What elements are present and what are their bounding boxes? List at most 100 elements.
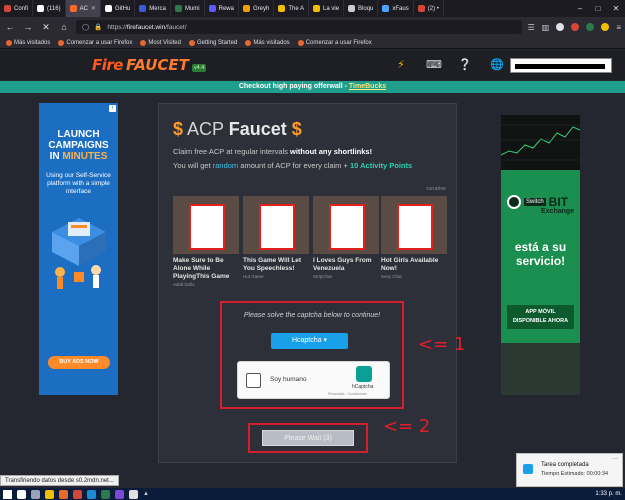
hcaptcha-checkbox[interactable] <box>246 373 261 388</box>
hcaptcha-terms-link[interactable]: Privacidad - Condiciones <box>328 392 367 396</box>
site-logo[interactable]: Fire FAUCET v4.4 <box>92 56 207 74</box>
system-tray-icon[interactable]: ▲ <box>143 491 149 497</box>
browser-tab[interactable]: Mumi <box>171 0 205 17</box>
browser-tab[interactable]: La vie <box>309 0 345 17</box>
buy-ads-button[interactable]: BUY ADS NOW <box>48 356 110 369</box>
tab-label: Confi <box>14 5 29 12</box>
browser-tab[interactable]: The A <box>274 0 310 17</box>
right-banner-ad[interactable]: Switch BIT Exchange está a su servicio! … <box>501 115 580 395</box>
app-download-button[interactable]: APP MÓVIL DISPONIBLE AHORA <box>507 305 574 329</box>
extension-red-icon[interactable] <box>571 23 580 31</box>
browser-tab[interactable]: Greyh <box>239 0 275 17</box>
maximize-icon[interactable]: □ <box>589 0 607 17</box>
bookmark-item[interactable]: Comenzar a usar Firefox <box>297 39 372 46</box>
hcaptcha-label: Soy humano <box>270 376 307 383</box>
tab-favicon-icon <box>208 5 216 12</box>
tab-favicon-icon <box>278 5 286 12</box>
home-icon[interactable]: ⌂ <box>58 22 70 32</box>
native-ad-title: Hot Girls Available Now! <box>381 257 439 272</box>
native-ad-item[interactable]: I Loves Guys From Venezuela StripChat <box>313 196 379 279</box>
app-white-icon[interactable] <box>129 489 138 499</box>
browser-tab[interactable]: Confi <box>0 0 34 17</box>
extension-icon[interactable] <box>556 23 565 31</box>
bookmark-item[interactable]: Comenzar a usar Firefox <box>58 39 132 46</box>
more-icon[interactable]: … <box>612 455 618 461</box>
bookmark-item[interactable]: Getting Started <box>188 39 237 46</box>
captcha-type-dropdown[interactable]: Hcaptcha ▾ <box>271 333 348 349</box>
browser-navbar: ← → ✕ ⌂ ◯ 🔒 https://firefaucet.win/fauce… <box>0 17 625 37</box>
address-bar[interactable]: ◯ 🔒 https://firefaucet.win/faucet/ <box>76 20 522 34</box>
tab-label: (2) • <box>427 5 439 12</box>
native-ad-source: Hot Game <box>243 274 264 279</box>
taskbar: ▲ 1:33 p. m. <box>0 488 625 500</box>
keyboard-icon[interactable]: ⌨ <box>426 58 442 71</box>
close-window-icon[interactable]: ✕ <box>607 0 625 17</box>
library-icon[interactable]: ☰ <box>528 23 535 32</box>
stop-icon[interactable]: ✕ <box>40 22 52 33</box>
bolt-icon[interactable]: ⚡ <box>394 58 408 71</box>
tab-label: AC <box>79 5 88 12</box>
app-purple-icon[interactable] <box>115 489 124 499</box>
menu-icon[interactable]: ≡ <box>616 23 621 32</box>
redaction-box <box>329 204 365 250</box>
timebucks-link[interactable]: TimeBucks <box>349 83 386 90</box>
browser-tab[interactable]: GitHu <box>101 0 136 17</box>
minimize-icon[interactable]: – <box>571 0 589 17</box>
browser-tab[interactable]: Rewa <box>205 0 239 17</box>
file-explorer-icon[interactable] <box>45 489 54 499</box>
extension-green-icon[interactable] <box>586 23 595 31</box>
native-ad-thumbnail <box>313 196 379 254</box>
browser-tab[interactable]: (116) <box>33 0 66 17</box>
browser-tab[interactable]: AC ✕ <box>65 0 101 17</box>
notification-title: Tarea completada <box>541 462 589 468</box>
claim-description: Claim free ACP at regular intervals with… <box>173 147 373 156</box>
ad-info-icon[interactable]: i <box>109 105 116 112</box>
task-view-icon[interactable] <box>31 489 40 499</box>
help-icon[interactable]: ❔ <box>458 58 472 71</box>
redaction-box <box>397 204 433 250</box>
app-green-icon[interactable] <box>101 489 110 499</box>
globe-icon[interactable]: 🌐 <box>490 58 504 71</box>
forward-icon[interactable]: → <box>22 22 34 32</box>
native-ad-title: This Game Will Let You Speechless! <box>243 257 302 272</box>
left-banner-ad[interactable]: i LAUNCH CAMPAIGNS IN MINUTES Using our … <box>39 103 118 395</box>
native-ad-thumbnail <box>381 196 447 254</box>
redacted-account-field[interactable] <box>510 58 612 73</box>
caret-down-icon: ▾ <box>323 337 328 344</box>
bookmark-icon <box>140 39 147 46</box>
native-ad-item[interactable]: Make Sure to Be Alone While PlayingThis … <box>173 196 239 287</box>
sidebar-icon[interactable]: ▥ <box>542 23 550 32</box>
app-blue-icon[interactable] <box>87 489 96 499</box>
claim-wait-button[interactable]: Please Wait (3) <box>262 430 354 446</box>
switchbit-logo: Switch BIT Exchange <box>507 188 575 216</box>
browser-tab[interactable]: (2) • <box>414 0 444 17</box>
lock-icon: 🔒 <box>94 24 103 31</box>
browser-tab[interactable]: Bloqu <box>344 0 379 17</box>
avatar[interactable] <box>601 23 610 31</box>
app-red-icon[interactable] <box>73 489 82 499</box>
bookmark-item[interactable]: Más visitados <box>245 39 290 46</box>
tab-favicon-icon <box>348 5 356 12</box>
close-tab-icon[interactable]: ✕ <box>91 5 96 12</box>
search-icon[interactable] <box>17 489 26 499</box>
native-ad-item[interactable]: This Game Will Let You Speechless! Hot Ga… <box>243 196 309 279</box>
browser-tab[interactable]: Merca <box>135 0 171 17</box>
taskbar-clock[interactable]: 1:33 p. m. <box>595 491 622 498</box>
bookmark-icon <box>58 39 65 46</box>
browser-tab[interactable]: xFaus <box>378 0 414 17</box>
switchbit-badge-icon <box>507 195 521 209</box>
logo-faucet-text: FAUCET <box>125 56 189 74</box>
header-icons: ⚡ ⌨ ❔ 🌐 <box>394 58 504 71</box>
firefox-icon[interactable] <box>59 489 68 499</box>
back-icon[interactable]: ← <box>4 22 16 32</box>
redaction-box <box>189 204 225 250</box>
bookmark-item[interactable]: Most Visited <box>140 39 181 46</box>
tab-favicon-icon <box>69 5 77 12</box>
download-notification[interactable]: … Tarea completada Tiempo Estimado: 00:0… <box>516 453 623 487</box>
windows-start-icon[interactable] <box>3 489 12 499</box>
annotation-arrow-2: <= 2 <box>383 416 431 437</box>
native-ad-title: I Loves Guys From Venezuela <box>313 257 372 272</box>
redaction-bar <box>515 64 605 69</box>
native-ad-item[interactable]: Hot Girls Available Now! Sexy Chat <box>381 196 447 279</box>
bookmark-item[interactable]: Más visitados <box>6 39 50 46</box>
